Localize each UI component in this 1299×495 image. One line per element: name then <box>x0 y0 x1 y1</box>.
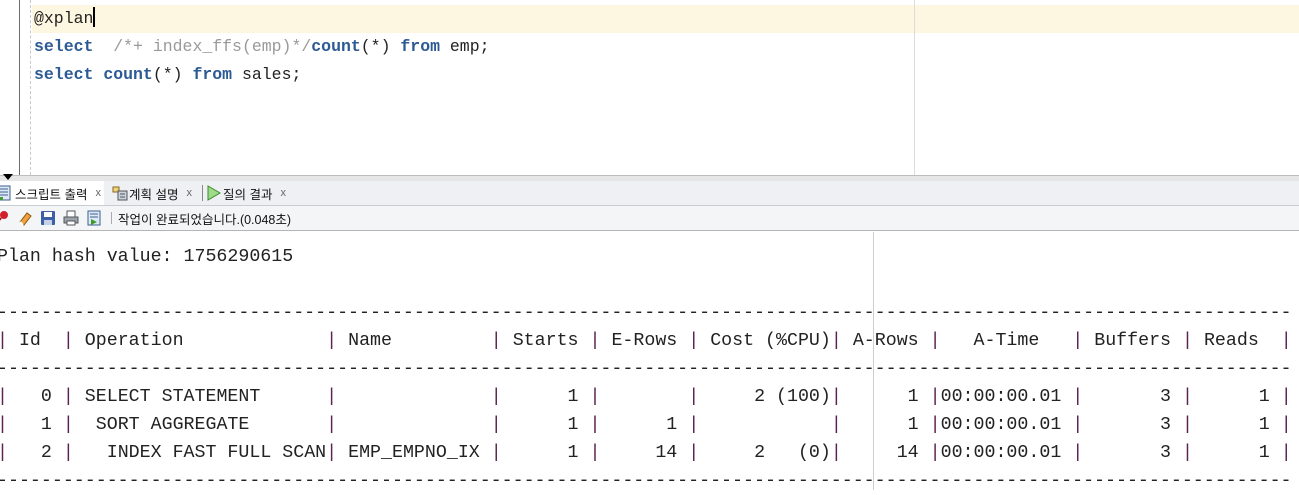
code-text: (*) <box>360 37 401 56</box>
tab-label: 질의 결과 <box>223 187 273 202</box>
keyword: from <box>192 65 233 84</box>
plan-cell: 00:00:00.01 <box>940 387 1073 407</box>
plan-cell: 1 <box>1192 415 1281 435</box>
plan-cell: A-Rows <box>841 331 930 351</box>
plan-cell: 1 <box>600 415 689 435</box>
plan-cell: Buffers <box>1083 331 1182 351</box>
plan-cell: Reads <box>1192 331 1281 351</box>
plan-cell: INDEX FAST FULL SCAN <box>73 443 327 463</box>
tab-explain-plan[interactable]: 계획 설명 x <box>112 181 192 205</box>
plan-hash-line: Plan hash value: 1756290615 <box>0 247 294 267</box>
plan-cell <box>337 387 491 407</box>
plan-cell: SORT AGGREGATE <box>73 415 327 435</box>
plan-cell: 00:00:00.01 <box>940 443 1073 463</box>
right-margin-line <box>914 0 915 175</box>
output-tab-bar: 스크립트 출력 x 계획 설명 x 질의 결과 x <box>0 181 1299 206</box>
close-tab-icon[interactable]: x <box>186 187 192 199</box>
plan-row: | 2 | INDEX FAST FULL SCAN| EMP_EMPNO_IX… <box>0 443 1292 463</box>
script-output-panel[interactable]: Plan hash value: 1756290615 ------------… <box>0 232 1299 491</box>
code-text: emp; <box>440 37 490 56</box>
keyword: select <box>34 65 94 84</box>
script-output-icon <box>0 185 11 201</box>
plan-cell <box>337 415 491 435</box>
plan-cell: Id <box>7 331 63 351</box>
plan-cell: 2 (100) <box>699 387 831 407</box>
plan-cell: 1 <box>7 415 63 435</box>
plan-cell: 3 <box>1083 387 1182 407</box>
plan-cell: Starts <box>501 331 590 351</box>
plan-row: | 0 | SELECT STATEMENT | | 1 | | 2 (100)… <box>0 387 1292 407</box>
tab-separator <box>202 185 203 201</box>
plan-row: | 1 | SORT AGGREGATE | | 1 | 1 | | 1 |00… <box>0 415 1292 435</box>
plan-cell: 1 <box>841 415 930 435</box>
plan-cell: 1 <box>501 387 590 407</box>
close-tab-icon[interactable]: x <box>280 187 286 199</box>
run-icon <box>207 185 221 201</box>
code-text: sales; <box>232 65 302 84</box>
sql-editor[interactable]: @xplan select /*+ index_ffs(emp)*/count(… <box>0 0 1299 175</box>
plan-cell: Operation <box>73 331 327 351</box>
fold-guide <box>30 0 31 175</box>
run-script-icon[interactable] <box>86 210 102 226</box>
plan-cell: SELECT STATEMENT <box>73 387 327 407</box>
plan-cell: 14 <box>600 443 689 463</box>
code-text: @xplan <box>34 9 94 28</box>
plan-cell: 2 <box>7 443 63 463</box>
hint-comment: /*+ index_ffs(emp)*/ <box>93 37 312 56</box>
plan-cell: 1 <box>501 415 590 435</box>
close-tab-icon[interactable]: x <box>95 187 101 199</box>
plan-output: Plan hash value: 1756290615 ------------… <box>0 243 1292 495</box>
tab-label: 계획 설명 <box>129 187 179 202</box>
current-line-highlight <box>32 5 1299 33</box>
tab-query-result[interactable]: 질의 결과 x <box>206 181 286 205</box>
status-message: 작업이 완료되었습니다.(0.048초) <box>118 212 292 227</box>
plan-cell: 1 <box>501 443 590 463</box>
separator-line: ----------------------------------------… <box>0 359 1292 379</box>
plan-cell: 2 (0) <box>699 443 831 463</box>
keyword: from <box>400 37 440 56</box>
separator-line: ----------------------------------------… <box>0 471 1292 491</box>
keyword: count <box>103 65 153 84</box>
plan-cell: 14 <box>841 443 930 463</box>
plan-cell: 1 <box>1192 443 1281 463</box>
plan-cell: Name <box>337 331 491 351</box>
plan-cell: 00:00:00.01 <box>940 415 1073 435</box>
keyword: select <box>34 37 94 56</box>
print-icon[interactable] <box>63 210 79 226</box>
explain-plan-icon <box>112 186 128 201</box>
code-line-2[interactable]: select /*+ index_ffs(emp)*/count(*) from… <box>34 33 490 61</box>
plan-cell <box>600 387 688 407</box>
plan-cell: E-Rows <box>600 331 689 351</box>
plan-cell: EMP_EMPNO_IX <box>337 443 491 463</box>
collapse-arrow-icon[interactable] <box>3 174 13 180</box>
plan-cell <box>699 415 831 435</box>
keyword: count <box>311 37 361 56</box>
gutter-divider <box>19 0 20 175</box>
code-line-1[interactable]: @xplan <box>34 5 96 33</box>
plan-cell: 3 <box>1083 443 1182 463</box>
separator-line: ----------------------------------------… <box>0 303 1292 323</box>
plan-cell: 1 <box>1192 387 1281 407</box>
toolbar-separator <box>111 212 112 224</box>
pin-icon[interactable] <box>0 210 10 226</box>
plan-table: ----------------------------------------… <box>0 303 1292 491</box>
output-toolbar: 작업이 완료되었습니다.(0.048초) <box>0 206 1299 231</box>
save-icon[interactable] <box>40 210 56 226</box>
tab-script-output[interactable]: 스크립트 출력 x <box>0 181 104 205</box>
text-caret <box>93 7 96 27</box>
plan-cell: Cost (%CPU) <box>699 331 831 351</box>
plan-cell: 0 <box>7 387 63 407</box>
code-text: (*) <box>152 65 193 84</box>
plan-cell: 1 <box>841 387 930 407</box>
tab-label: 스크립트 출력 <box>15 187 88 202</box>
plan-cell: A-Time <box>940 331 1073 351</box>
eraser-icon[interactable] <box>17 210 33 226</box>
plan-cell: 3 <box>1083 415 1182 435</box>
code-line-3[interactable]: select count(*) from sales; <box>34 61 301 89</box>
plan-header-row: | Id | Operation | Name | Starts | E-Row… <box>0 331 1292 351</box>
